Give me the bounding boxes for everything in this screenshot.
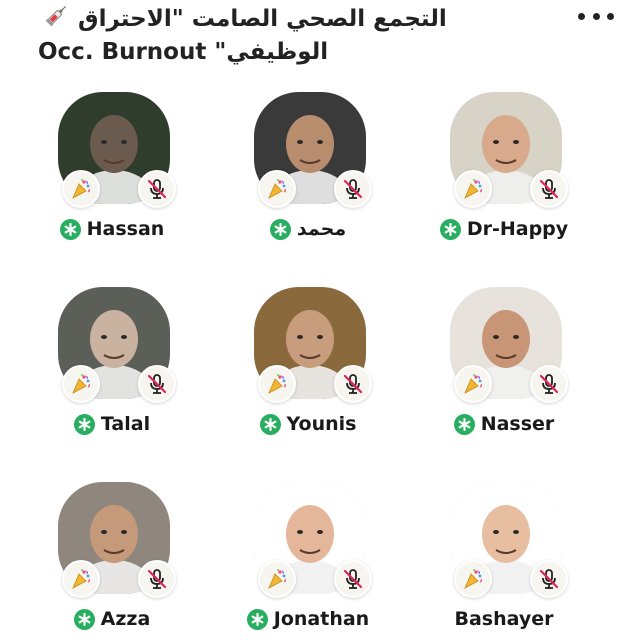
speaker-name-row: Bashayer xyxy=(414,606,594,632)
room-title: التجمع الصحي الصامت "الاحتراق Occ. Burno… xyxy=(38,2,558,69)
speaker-tile[interactable]: Azza xyxy=(22,482,202,640)
speaker-avatar-wrap xyxy=(58,287,176,403)
speaker-tile[interactable]: Talal xyxy=(22,287,202,457)
muted-mic-icon xyxy=(334,170,372,208)
room-title-line2: Occ. Burnout "الوظيفي xyxy=(38,39,329,65)
speaker-tile[interactable]: Nasser xyxy=(414,287,594,457)
speaker-name: Dr-Happy xyxy=(466,218,569,240)
moderator-icon xyxy=(269,218,291,240)
muted-mic-icon xyxy=(530,170,568,208)
speaker-tile[interactable]: Bashayer xyxy=(414,482,594,640)
moderator-icon xyxy=(453,413,475,435)
speaker-name: Younis xyxy=(286,413,357,435)
muted-mic-icon xyxy=(334,365,372,403)
speaker-avatar-wrap xyxy=(254,287,372,403)
speaker-name-row: Younis xyxy=(218,411,398,437)
speaker-name-row: محمد xyxy=(218,216,398,242)
muted-mic-icon xyxy=(138,170,176,208)
moderator-icon xyxy=(439,218,461,240)
speaker-name-row: Azza xyxy=(22,606,202,632)
speaker-tile[interactable]: Younis xyxy=(218,287,398,457)
muted-mic-icon xyxy=(138,560,176,598)
muted-mic-icon xyxy=(530,365,568,403)
moderator-icon xyxy=(73,608,95,630)
more-options-button[interactable] xyxy=(578,4,614,28)
more-dot xyxy=(607,12,614,20)
party-popper-icon xyxy=(258,560,296,598)
moderator-icon xyxy=(259,413,281,435)
speaker-tile[interactable]: Dr-Happy xyxy=(414,92,594,262)
speaker-name-row: Dr-Happy xyxy=(414,216,594,242)
syringe-icon xyxy=(45,6,66,27)
party-popper-icon xyxy=(62,365,100,403)
room-title-line1: التجمع الصحي الصامت "الاحتراق xyxy=(78,6,447,32)
speaker-name-row: Jonathan xyxy=(218,606,398,632)
speaker-avatar-wrap xyxy=(254,92,372,208)
muted-mic-icon xyxy=(138,365,176,403)
speaker-name: Talal xyxy=(100,413,151,435)
more-dot xyxy=(578,12,585,20)
speaker-avatar-wrap xyxy=(450,92,568,208)
party-popper-icon xyxy=(62,560,100,598)
speaker-name: Hassan xyxy=(86,218,165,240)
speaker-name: Nasser xyxy=(480,413,555,435)
speaker-avatar-wrap xyxy=(450,287,568,403)
speaker-avatar-wrap xyxy=(254,482,372,598)
party-popper-icon xyxy=(454,560,492,598)
speaker-avatar-wrap xyxy=(58,482,176,598)
speaker-tile[interactable]: Hassan xyxy=(22,92,202,262)
speaker-name: Azza xyxy=(100,608,151,630)
moderator-icon xyxy=(246,608,268,630)
party-popper-icon xyxy=(454,365,492,403)
speaker-avatar-wrap xyxy=(450,482,568,598)
party-popper-icon xyxy=(258,170,296,208)
party-popper-icon xyxy=(62,170,100,208)
speaker-name-row: Hassan xyxy=(22,216,202,242)
room-header: التجمع الصحي الصامت "الاحتراق Occ. Burno… xyxy=(0,0,640,80)
speaker-avatar-wrap xyxy=(58,92,176,208)
party-popper-icon xyxy=(454,170,492,208)
muted-mic-icon xyxy=(334,560,372,598)
speaker-tile[interactable]: Jonathan xyxy=(218,482,398,640)
speaker-tile[interactable]: محمد xyxy=(218,92,398,262)
speaker-name: Bashayer xyxy=(454,608,554,630)
speaker-name: Jonathan xyxy=(273,608,370,630)
speaker-name: محمد xyxy=(296,218,347,240)
speaker-name-row: Nasser xyxy=(414,411,594,437)
speaker-name-row: Talal xyxy=(22,411,202,437)
muted-mic-icon xyxy=(530,560,568,598)
more-dot xyxy=(592,12,600,20)
moderator-icon xyxy=(73,413,95,435)
party-popper-icon xyxy=(258,365,296,403)
moderator-icon xyxy=(59,218,81,240)
